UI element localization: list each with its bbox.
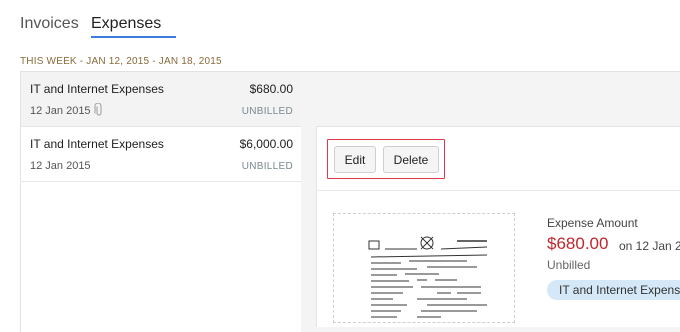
paperclip-icon — [94, 103, 102, 116]
active-tab-underline — [91, 36, 176, 38]
expense-amount: $6,000.00 — [239, 137, 293, 151]
tab-invoices[interactable]: Invoices — [20, 14, 79, 34]
delete-button[interactable]: Delete — [383, 146, 439, 173]
expense-date: 12 Jan 2015 — [30, 160, 91, 172]
expense-amount-label: Expense Amount — [547, 216, 638, 230]
receipt-image — [368, 236, 488, 318]
tab-expenses[interactable]: Expenses — [91, 14, 161, 34]
expense-status: UNBILLED — [241, 161, 293, 172]
billing-status: Unbilled — [547, 258, 591, 272]
expense-amount-value: $680.00 — [547, 234, 609, 253]
expense-date: 12 Jan 2015 — [30, 105, 91, 117]
expense-status: UNBILLED — [241, 106, 293, 117]
expense-title: IT and Internet Expenses — [30, 137, 164, 151]
edit-button[interactable]: Edit — [334, 146, 376, 173]
expense-row[interactable]: IT and Internet Expenses $680.00 12 Jan … — [21, 72, 302, 127]
category-label: IT and Internet Expenses — [559, 283, 680, 297]
expense-title: IT and Internet Expenses — [30, 82, 164, 96]
expense-row[interactable]: IT and Internet Expenses $6,000.00 12 Ja… — [21, 127, 302, 182]
expense-amount: $680.00 — [249, 82, 293, 96]
week-range-header: THIS WEEK - JAN 12, 2015 - JAN 18, 2015 — [20, 56, 222, 67]
expense-date-text: on 12 Jan 2015 — [619, 239, 680, 253]
expense-list: IT and Internet Expenses $680.00 12 Jan … — [20, 71, 303, 332]
divider — [316, 190, 680, 191]
